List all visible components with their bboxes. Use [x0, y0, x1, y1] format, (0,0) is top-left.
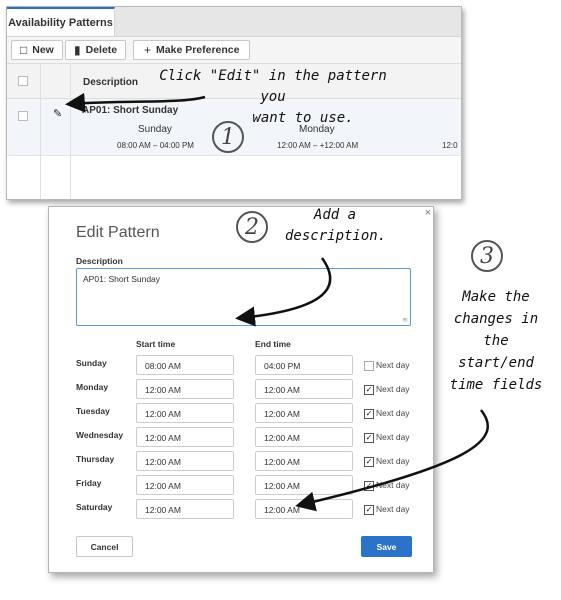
step3-instruction: Make the changes in the start/end time f…: [440, 286, 552, 396]
new-button-label: New: [32, 44, 54, 56]
end-time-field-monday[interactable]: 12:00 AM: [255, 379, 353, 399]
resize-handle-icon[interactable]: ≋: [402, 316, 408, 324]
step2-line: description.: [285, 228, 387, 244]
next-day-checkbox-wednesday[interactable]: ✓: [364, 433, 374, 443]
start-time-field-tuesday[interactable]: 12:00 AM: [136, 403, 234, 423]
day-label-tuesday: Tuesday: [76, 406, 110, 416]
select-all-checkbox[interactable]: [18, 76, 28, 86]
row-checkbox[interactable]: [18, 111, 28, 121]
next-day-checkbox-saturday[interactable]: ✓: [364, 505, 374, 515]
next-day-label: Next day: [376, 384, 410, 394]
step3-line: the: [483, 333, 509, 349]
edit-pattern-dialog: Edit Pattern × Description AP01: Short S…: [48, 206, 434, 573]
save-button[interactable]: Save: [361, 536, 412, 557]
start-time-field-monday[interactable]: 12:00 AM: [136, 379, 234, 399]
day-label-wednesday: Wednesday: [76, 430, 124, 440]
step1-line: want to use.: [252, 110, 354, 126]
tab-bar: Availability Patterns: [7, 7, 461, 37]
next-day-checkbox-monday[interactable]: ✓: [364, 385, 374, 395]
close-icon[interactable]: ×: [425, 207, 431, 219]
step2-badge: 2: [236, 211, 268, 243]
toolbar: □ New ▮ Delete + Make Preference: [7, 37, 461, 64]
description-value: AP01: Short Sunday: [83, 274, 161, 284]
next-day-checkbox-tuesday[interactable]: ✓: [364, 409, 374, 419]
description-field[interactable]: AP01: Short Sunday ≋: [76, 268, 411, 326]
document-icon: □: [20, 43, 28, 57]
start-time-field-thursday[interactable]: 12:00 AM: [136, 451, 234, 471]
start-time-field-friday[interactable]: 12:00 AM: [136, 475, 234, 495]
day-label-thursday: Thursday: [76, 454, 115, 464]
dialog-title: Edit Pattern: [76, 224, 160, 241]
day-time-range: 08:00 AM – 04:00 PM: [117, 141, 194, 150]
tab-availability-patterns[interactable]: Availability Patterns: [7, 7, 115, 36]
description-label: Description: [76, 256, 123, 266]
day-label-monday: Monday: [76, 382, 109, 392]
end-time-field-friday[interactable]: 12:00 AM: [255, 475, 353, 495]
column-divider: [70, 64, 71, 199]
edit-pencil-icon[interactable]: ✎: [53, 107, 62, 120]
make-preference-button[interactable]: + Make Preference: [133, 40, 251, 60]
day-label-sunday: Sunday: [76, 358, 107, 368]
description-column-header[interactable]: Description: [83, 77, 138, 88]
step2-instruction: Add a description.: [285, 205, 387, 247]
cancel-button[interactable]: Cancel: [76, 536, 133, 557]
day-time-range: 12:0: [442, 141, 458, 150]
next-day-label: Next day: [376, 480, 410, 490]
make-preference-button-label: Make Preference: [156, 44, 240, 56]
day-time-range: 12:00 AM – +12:00 AM: [277, 141, 359, 150]
step2-line: Add a: [313, 207, 357, 223]
next-day-label: Next day: [376, 432, 410, 442]
step3-line: Make the: [462, 289, 530, 305]
delete-button[interactable]: ▮ Delete: [65, 40, 127, 60]
step1-line: Click "Edit" in the pattern you: [159, 68, 387, 105]
start-time-field-saturday[interactable]: 12:00 AM: [136, 499, 234, 519]
step1-instruction: Click "Edit" in the pattern you want to …: [158, 66, 388, 129]
column-divider: [40, 64, 41, 199]
start-time-field-wednesday[interactable]: 12:00 AM: [136, 427, 234, 447]
step3-line: start/end: [458, 355, 534, 371]
delete-button-label: Delete: [85, 44, 118, 56]
start-time-field-sunday[interactable]: 08:00 AM: [136, 355, 234, 375]
step3-line: time fields: [449, 377, 543, 393]
day-label-saturday: Saturday: [76, 502, 113, 512]
next-day-label: Next day: [376, 360, 410, 370]
end-time-header: End time: [255, 339, 291, 349]
start-time-header: Start time: [136, 339, 176, 349]
end-time-field-wednesday[interactable]: 12:00 AM: [255, 427, 353, 447]
next-day-checkbox-thursday[interactable]: ✓: [364, 457, 374, 467]
next-day-label: Next day: [376, 456, 410, 466]
step3-badge: 3: [471, 240, 503, 272]
end-time-field-saturday[interactable]: 12:00 AM: [255, 499, 353, 519]
next-day-checkbox-friday[interactable]: ✓: [364, 481, 374, 491]
step1-badge: 1: [212, 121, 244, 153]
next-day-label: Next day: [376, 408, 410, 418]
next-day-checkbox-sunday[interactable]: [364, 361, 374, 371]
plus-icon: +: [144, 43, 152, 57]
end-time-field-sunday[interactable]: 04:00 PM: [255, 355, 353, 375]
step3-line: changes in: [453, 311, 539, 327]
trash-icon: ▮: [74, 43, 81, 57]
new-button[interactable]: □ New: [11, 40, 63, 60]
day-label-friday: Friday: [76, 478, 102, 488]
end-time-field-thursday[interactable]: 12:00 AM: [255, 451, 353, 471]
end-time-field-tuesday[interactable]: 12:00 AM: [255, 403, 353, 423]
next-day-label: Next day: [376, 504, 410, 514]
